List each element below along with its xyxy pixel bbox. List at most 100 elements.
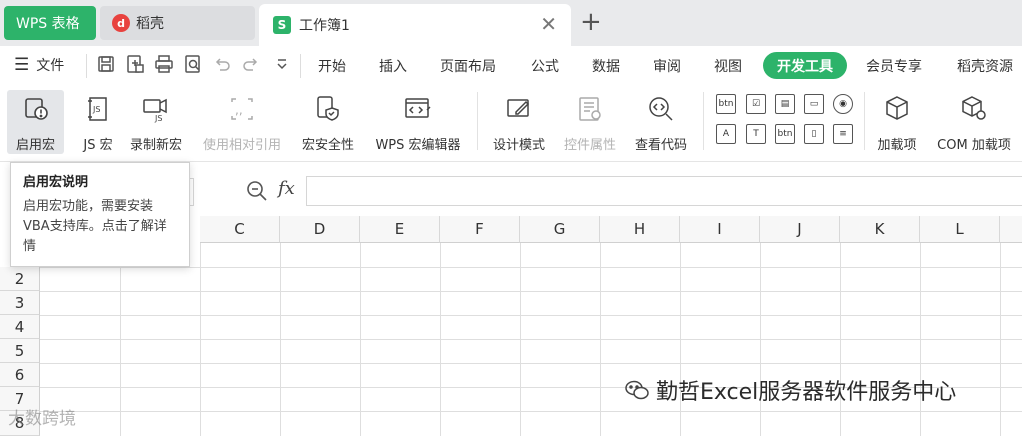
redo-icon[interactable] — [241, 54, 261, 76]
column-header[interactable]: D — [280, 216, 360, 243]
command-button-control-icon[interactable]: btn — [775, 124, 795, 144]
undo-icon[interactable] — [212, 54, 232, 76]
record-macro-button[interactable]: JS 录制新宏 — [124, 90, 188, 154]
column-header[interactable]: L — [920, 216, 1000, 243]
js-macro-icon: JS — [81, 92, 115, 126]
addins-button[interactable]: 加载项 — [870, 90, 924, 154]
toggle-control-icon[interactable]: ▯ — [804, 124, 824, 144]
tab-bar: WPS 表格 d 稻壳 S 工作簿1 ✕ + — [0, 0, 1022, 46]
record-macro-icon: JS — [139, 92, 173, 126]
daoke-logo-icon: d — [112, 14, 130, 32]
form-controls-gallery: btn ☑ ▤ ▭ ◉ A T btn ▯ ≡ — [714, 92, 858, 150]
macro-security-icon — [311, 92, 345, 126]
view-code-icon — [644, 92, 678, 126]
addins-cube-icon — [880, 92, 914, 126]
print-preview-icon[interactable] — [183, 54, 203, 76]
grid-line — [40, 291, 1022, 292]
column-header[interactable]: I — [680, 216, 760, 243]
menu-divider — [300, 54, 301, 78]
column-header[interactable]: K — [840, 216, 920, 243]
enable-macro-label: 启用宏 — [15, 138, 55, 153]
checkbox-control-icon[interactable]: ☑ — [746, 94, 766, 114]
relative-reference-button[interactable]: ,, 使用相对引用 — [196, 90, 288, 154]
tab-workbook-label: 工作簿1 — [299, 18, 350, 34]
design-mode-button[interactable]: 设计模式 — [487, 90, 551, 154]
relative-reference-label: 使用相对引用 — [202, 138, 281, 153]
listbox-control-icon[interactable]: ▭ — [804, 94, 824, 114]
tab-workbook[interactable]: S 工作簿1 ✕ — [259, 4, 571, 46]
menu-item-developer[interactable]: 开发工具 — [763, 52, 847, 79]
watermark-left-text: 大数跨境 — [8, 409, 76, 429]
enable-macro-button[interactable]: 启用宏 — [7, 90, 64, 154]
view-code-button[interactable]: 查看代码 — [629, 90, 693, 154]
tab-daoke[interactable]: d 稻壳 — [100, 6, 255, 40]
enable-macro-icon — [19, 92, 53, 126]
row-header[interactable]: 6 — [0, 363, 40, 387]
close-tab-icon[interactable]: ✕ — [540, 14, 557, 34]
button-control-icon[interactable]: btn — [716, 94, 736, 114]
row-header[interactable]: 3 — [0, 291, 40, 315]
fx-insert-function-icon[interactable]: fx — [278, 178, 295, 199]
cell-area[interactable] — [40, 243, 1022, 436]
formula-input[interactable] — [306, 176, 1022, 206]
menu-item-page-layout[interactable]: 页面布局 — [440, 56, 496, 76]
watermark-right-text: 勤哲Excel服务器软件服务中心 — [656, 380, 957, 405]
column-header[interactable]: C — [200, 216, 280, 243]
menu-item-formulas[interactable]: 公式 — [531, 56, 559, 76]
row-header[interactable]: 2 — [0, 267, 40, 291]
column-header[interactable]: J — [760, 216, 840, 243]
menu-item-insert[interactable]: 插入 — [379, 56, 407, 76]
control-properties-button[interactable]: 控件属性 — [558, 90, 622, 154]
menu-item-view[interactable]: 视图 — [714, 56, 742, 76]
menu-item-member[interactable]: 会员专享 — [866, 56, 922, 76]
js-macro-label: JS 宏 — [83, 138, 113, 153]
spreadsheet-icon: S — [273, 16, 291, 34]
menu-item-data[interactable]: 数据 — [592, 56, 620, 76]
export-pdf-icon[interactable] — [125, 54, 145, 76]
svg-text:JS: JS — [154, 114, 162, 123]
menu-item-review[interactable]: 审阅 — [653, 56, 681, 76]
row-header[interactable]: 4 — [0, 315, 40, 339]
ribbon-divider — [864, 92, 865, 150]
wechat-icon — [624, 379, 650, 401]
menu-item-daoke-resources[interactable]: 稻壳资源 — [957, 56, 1013, 76]
column-header[interactable]: H — [600, 216, 680, 243]
menu-bar: ☰ 文件 开始 插入 页面布局 公式 数据 审阅 视图 开发工具 会员专享 稻壳… — [0, 46, 1022, 86]
enable-macro-tooltip: 启用宏说明 启用宏功能，需要安装VBA支持库。点击了解详情 — [10, 162, 190, 267]
js-macro-button[interactable]: JS JS 宏 — [76, 90, 120, 154]
combobox-control-icon[interactable]: ▤ — [775, 94, 795, 114]
wps-macro-editor-button[interactable]: WPS 宏编辑器 — [367, 90, 469, 154]
file-menu-button[interactable]: ☰ 文件 — [14, 55, 64, 75]
quick-access-dropdown-icon[interactable] — [272, 54, 292, 76]
spin-control-icon[interactable]: ≡ — [833, 124, 853, 144]
macro-security-label: 宏安全性 — [301, 138, 354, 153]
control-properties-label: 控件属性 — [563, 138, 616, 153]
print-icon[interactable] — [154, 54, 174, 76]
column-header[interactable]: F — [440, 216, 520, 243]
column-header[interactable]: G — [520, 216, 600, 243]
grid-line — [40, 339, 1022, 340]
zoom-formula-icon[interactable] — [246, 180, 268, 202]
column-header[interactable] — [1000, 216, 1022, 243]
wps-window: WPS 表格 d 稻壳 S 工作簿1 ✕ + ☰ 文件 开始 插入 页面布局 公… — [0, 0, 1022, 436]
new-tab-icon[interactable]: + — [580, 8, 602, 36]
tab-daoke-label: 稻壳 — [136, 16, 164, 32]
watermark-left: 大数跨境 — [8, 404, 76, 429]
menu-item-home[interactable]: 开始 — [318, 56, 346, 76]
relative-reference-icon: ,, — [225, 92, 259, 126]
tooltip-body[interactable]: 启用宏功能，需要安装VBA支持库。点击了解详情 — [23, 197, 177, 257]
record-macro-label: 录制新宏 — [129, 138, 182, 153]
column-header[interactable]: E — [360, 216, 440, 243]
save-icon[interactable] — [96, 54, 116, 76]
radio-control-icon[interactable]: ◉ — [833, 94, 853, 114]
macro-editor-icon — [401, 92, 435, 126]
macro-security-button[interactable]: 宏安全性 — [296, 90, 360, 154]
com-addins-button[interactable]: COM 加载项 — [930, 90, 1018, 154]
tab-wps-spreadsheet[interactable]: WPS 表格 — [4, 6, 96, 40]
row-header[interactable]: 5 — [0, 339, 40, 363]
textbox-control-icon[interactable]: T — [746, 124, 766, 144]
svg-text:JS: JS — [92, 105, 100, 114]
grid-line — [40, 363, 1022, 364]
view-code-label: 查看代码 — [634, 138, 687, 153]
label-control-icon[interactable]: A — [716, 124, 736, 144]
